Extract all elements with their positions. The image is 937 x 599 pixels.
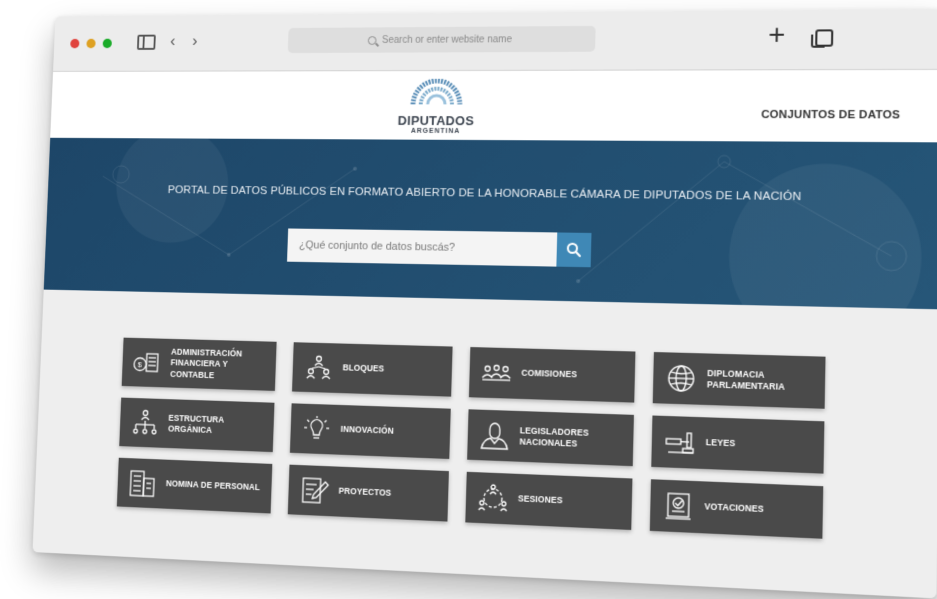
- category-estructura-organica[interactable]: ESTRUCTURA ORGÁNICA: [119, 397, 275, 453]
- category-label: ESTRUCTURA ORGÁNICA: [167, 412, 225, 435]
- document-edit-icon: [298, 475, 332, 506]
- network-background-graphic: [44, 138, 937, 310]
- logo-title: DIPUTADOS: [397, 113, 475, 129]
- category-label: LEGISLADORES NACIONALES: [519, 424, 589, 449]
- category-label: INNOVACIÓN: [340, 424, 394, 437]
- dataset-search-input[interactable]: [287, 228, 558, 267]
- category-votaciones[interactable]: VOTACIONES: [649, 479, 824, 539]
- globe-icon: [663, 363, 699, 395]
- category-label: VOTACIONES: [704, 501, 764, 515]
- category-label: LEYES: [705, 437, 736, 449]
- category-proyectos[interactable]: PROYECTOS: [287, 464, 449, 522]
- zoom-window-button[interactable]: [102, 38, 112, 49]
- forward-arrow-icon[interactable]: ›: [192, 31, 198, 49]
- gavel-icon: [662, 426, 698, 458]
- new-tab-plus-icon[interactable]: +: [768, 18, 786, 50]
- category-label: DIPLOMACIA PARLAMENTARIA: [706, 367, 785, 392]
- category-label: BLOQUES: [342, 362, 385, 374]
- back-arrow-icon[interactable]: ‹: [170, 32, 176, 50]
- category-label: COMISIONES: [521, 367, 578, 380]
- ballot-icon: [660, 490, 696, 523]
- category-comisiones[interactable]: COMISIONES: [468, 347, 636, 403]
- category-grid: $ ADMINISTRACIÓN FINANCIERA Y CONTABLE B…: [116, 337, 826, 539]
- browser-window: ‹ › Search or enter website name + DIPUT…: [32, 9, 937, 599]
- site-header: DIPUTADOS ARGENTINA CONJUNTOS DE DATOS: [50, 69, 937, 143]
- category-label: ADMINISTRACIÓN FINANCIERA Y CONTABLE: [170, 346, 243, 380]
- category-innovacion[interactable]: INNOVACIÓN: [289, 403, 451, 459]
- category-diplomacia-parlamentaria[interactable]: DIPLOMACIA PARLAMENTARIA: [652, 352, 826, 409]
- category-nomina-de-personal[interactable]: NOMINA DE PERSONAL: [116, 457, 273, 514]
- address-bar[interactable]: Search or enter website name: [287, 25, 596, 54]
- legislator-icon: [477, 420, 512, 452]
- dataset-search: [287, 228, 592, 268]
- session-icon: [476, 482, 511, 514]
- building-icon: [126, 468, 159, 499]
- search-button[interactable]: [556, 232, 592, 268]
- finance-icon: $: [131, 348, 164, 378]
- category-sesiones[interactable]: SESIONES: [465, 471, 633, 530]
- close-window-button[interactable]: [70, 38, 80, 49]
- site-logo[interactable]: DIPUTADOS ARGENTINA: [397, 79, 477, 135]
- category-bloques[interactable]: BLOQUES: [292, 342, 453, 397]
- category-label: SESIONES: [517, 493, 563, 506]
- category-legisladores-nacionales[interactable]: LEGISLADORES NACIONALES: [467, 409, 634, 467]
- hero-banner: PORTAL DE DATOS PÚBLICOS EN FORMATO ABIE…: [43, 137, 937, 310]
- sidebar-toggle-icon[interactable]: [136, 34, 156, 50]
- category-administracion-financiera[interactable]: $ ADMINISTRACIÓN FINANCIERA Y CONTABLE: [121, 337, 277, 391]
- search-icon: [367, 35, 377, 45]
- org-chart-icon: [129, 408, 162, 438]
- search-icon: [566, 242, 583, 258]
- blocks-icon: [302, 352, 336, 383]
- window-controls: [70, 38, 112, 49]
- nav-conjuntos-de-datos[interactable]: CONJUNTOS DE DATOS: [761, 109, 900, 122]
- category-leyes[interactable]: LEYES: [651, 415, 825, 474]
- lightbulb-icon: [300, 414, 334, 445]
- category-section: $ ADMINISTRACIÓN FINANCIERA Y CONTABLE B…: [32, 289, 937, 599]
- minimize-window-button[interactable]: [86, 38, 96, 49]
- committees-icon: [479, 357, 514, 388]
- category-label: NOMINA DE PERSONAL: [165, 478, 260, 493]
- category-label: PROYECTOS: [338, 485, 392, 499]
- address-placeholder: Search or enter website name: [381, 33, 513, 46]
- tab-overview-icon[interactable]: [815, 29, 834, 47]
- logo-subtitle: ARGENTINA: [410, 127, 461, 135]
- browser-toolbar: ‹ › Search or enter website name +: [53, 9, 937, 72]
- svg-text:$: $: [138, 361, 143, 370]
- congress-arch-icon: [409, 79, 464, 105]
